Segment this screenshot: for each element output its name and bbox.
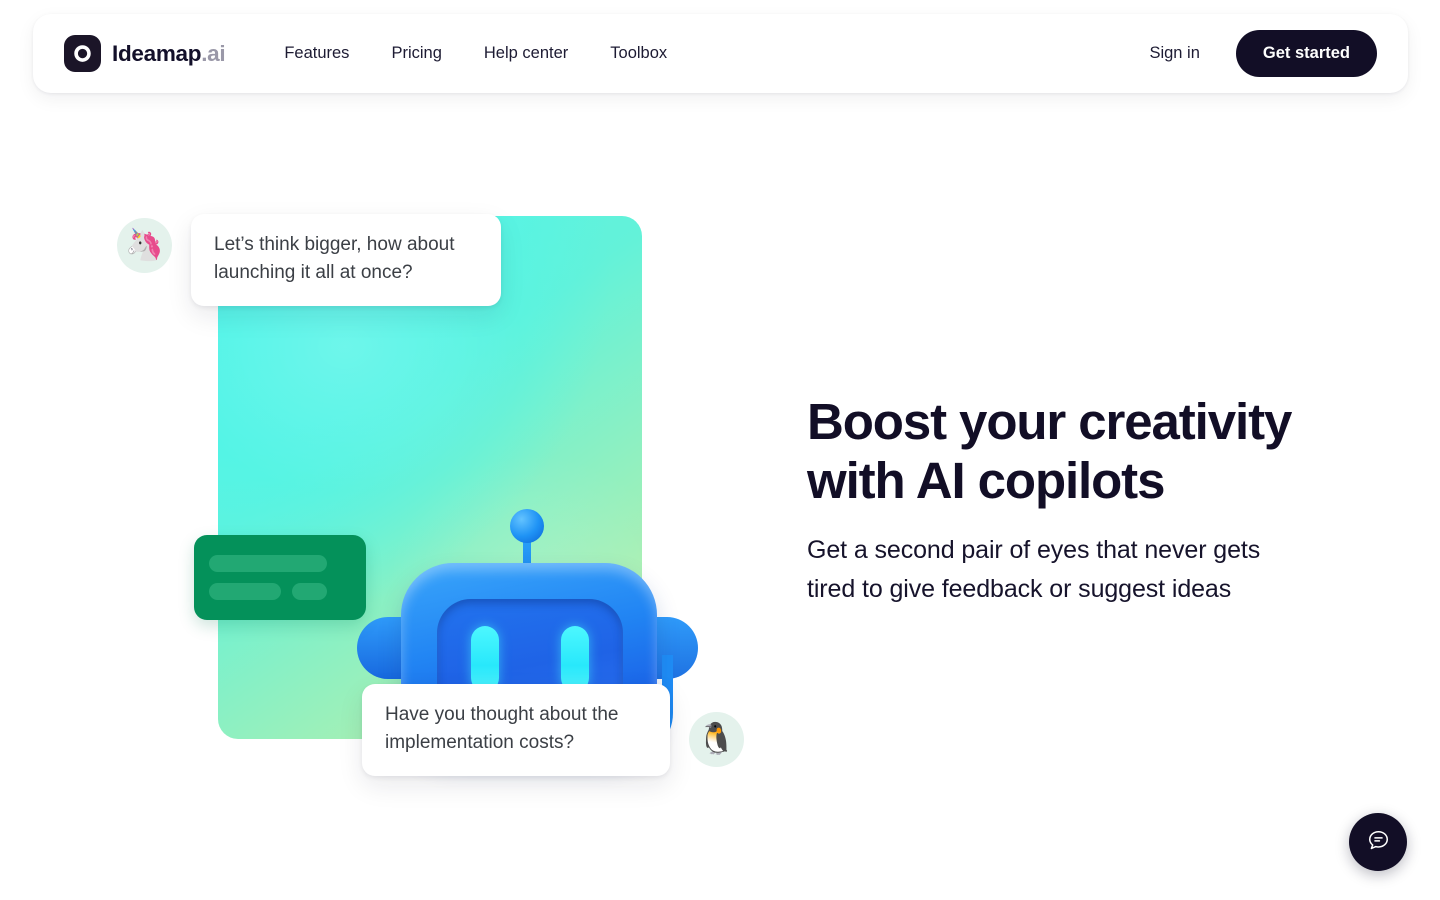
- ideamap-ring-logo-icon: [64, 35, 101, 72]
- unicorn-avatar-icon: 🦄: [117, 218, 172, 273]
- landing-page: Ideamap.ai Features Pricing Help center …: [0, 0, 1440, 900]
- placeholder-bar: [209, 555, 327, 572]
- chat-support-button[interactable]: [1349, 813, 1407, 871]
- nav-item-features[interactable]: Features: [263, 34, 370, 73]
- robot-eye-left: [471, 626, 499, 692]
- brand-name-main: Ideamap: [112, 40, 202, 66]
- hero-title-line-1: Boost your creativity: [807, 393, 1292, 450]
- brand-logo-link[interactable]: Ideamap.ai: [64, 35, 226, 72]
- hero-subtitle: Get a second pair of eyes that never get…: [807, 531, 1367, 609]
- nav-item-help-center[interactable]: Help center: [463, 34, 589, 73]
- nav-item-pricing[interactable]: Pricing: [370, 34, 462, 73]
- chat-bubble-icon: [1366, 828, 1391, 856]
- page-title: Boost your creativity with AI copilots: [807, 392, 1367, 510]
- placeholder-bar: [292, 583, 327, 600]
- get-started-button[interactable]: Get started: [1235, 30, 1377, 77]
- brand-name: Ideamap.ai: [112, 40, 226, 67]
- nav-item-toolbox[interactable]: Toolbox: [589, 34, 688, 73]
- penguin-avatar-icon: 🐧: [689, 712, 744, 767]
- sign-in-link[interactable]: Sign in: [1135, 34, 1213, 73]
- hero-title-line-2: with AI copilots: [807, 452, 1165, 509]
- robot-eye-right: [561, 626, 589, 692]
- hero-copy: Boost your creativity with AI copilots G…: [807, 392, 1367, 609]
- hero-subtitle-line-1: Get a second pair of eyes that never get…: [807, 536, 1261, 564]
- hero-subtitle-line-2: tired to give feedback or suggest ideas: [807, 575, 1232, 603]
- primary-nav: Features Pricing Help center Toolbox: [263, 34, 688, 73]
- text-placeholder-card-icon: [194, 535, 366, 620]
- chat-bubble-penguin: Have you thought about the implementatio…: [362, 684, 670, 776]
- brand-name-tld: .ai: [201, 40, 226, 66]
- robot-antenna-ball: [510, 509, 544, 543]
- site-header: Ideamap.ai Features Pricing Help center …: [33, 14, 1408, 93]
- placeholder-bar: [209, 583, 281, 600]
- chat-bubble-unicorn: Let’s think bigger, how about launching …: [191, 214, 501, 306]
- hero-illustration: 🦄 Let’s think bigger, how about launchin…: [0, 180, 790, 800]
- header-actions: Sign in Get started: [1135, 30, 1377, 77]
